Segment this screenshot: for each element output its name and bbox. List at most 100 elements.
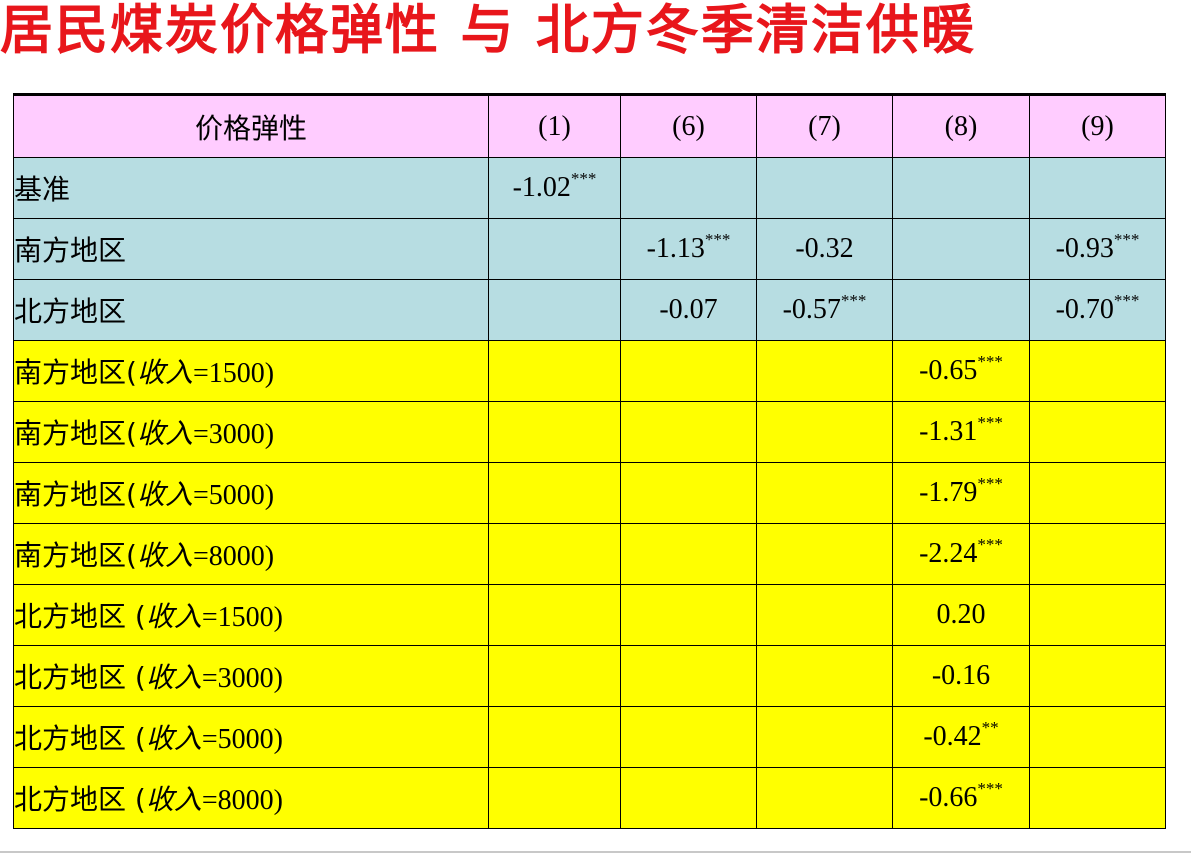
elasticity-cell (620, 462, 757, 524)
elasticity-cell (488, 340, 621, 402)
elasticity-cell (1029, 523, 1166, 585)
table-row: 北方地区 (收入=3000) -0.16 (13, 645, 1166, 707)
slide-title: 居民煤炭价格弹性 与 北方冬季清洁供暖 (0, 0, 976, 61)
row-income: 收入=3000) (146, 661, 283, 694)
elasticity-cell: -0.65*** (892, 340, 1030, 402)
income-label: 收入 (145, 722, 202, 755)
elasticity-cell (1029, 645, 1166, 707)
income-label: 收入 (136, 539, 193, 572)
elasticity-value: -1.79 (919, 477, 978, 508)
row-income: 收入=8000) (145, 783, 283, 816)
elasticity-value: -2.24 (919, 538, 978, 569)
elasticity-value: -0.65 (919, 355, 978, 386)
elasticity-cell (756, 401, 893, 463)
elasticity-cell: -1.13*** (620, 218, 757, 280)
elasticity-cell (1029, 157, 1166, 219)
elasticity-cell (620, 340, 757, 402)
significance-stars: *** (704, 230, 731, 249)
elasticity-cell: -0.07 (620, 279, 757, 341)
row-label: 南方地区 (13, 218, 489, 280)
header-col-1: (1) (488, 93, 621, 158)
elasticity-cell: -0.42** (892, 706, 1030, 768)
table-row: 南方地区(收入=8000) -2.24*** (13, 523, 1166, 585)
table-row: 北方地区 (收入=8000) -0.66*** (13, 767, 1166, 829)
elasticity-cell (892, 157, 1030, 219)
elasticity-cell: -2.24*** (892, 523, 1030, 585)
elasticity-cell (488, 767, 621, 829)
elasticity-value: -0.66 (919, 782, 978, 813)
elasticity-cell (488, 523, 621, 585)
elasticity-cell (620, 523, 757, 585)
income-value: =3000) (192, 419, 275, 450)
row-label: 北方地区 (收入=5000) (13, 706, 489, 768)
significance-stars: *** (1113, 291, 1140, 310)
row-label: 南方地区(收入=8000) (13, 523, 489, 585)
price-elasticity-table: 价格弹性 (1) (6) (7) (8) (9) 基准 -1.02 *** 南方地区 -… (13, 93, 1166, 829)
elasticity-cell (620, 645, 757, 707)
income-value: =5000) (192, 480, 275, 511)
row-income: 收入=1500) (136, 356, 274, 389)
elasticity-cell (620, 584, 757, 646)
row-income: 收入=3000) (136, 417, 275, 450)
elasticity-cell (620, 157, 757, 219)
income-value: =5000) (201, 724, 283, 755)
row-label-text: 南方地区( (14, 356, 137, 389)
elasticity-cell: -1.31*** (892, 401, 1030, 463)
table-header-row: 价格弹性 (1) (6) (7) (8) (9) (13, 93, 1166, 158)
income-label: 收入 (145, 600, 202, 633)
elasticity-cell: -1.79*** (892, 462, 1030, 524)
row-income: 收入=5000) (145, 722, 283, 755)
elasticity-value: -0.32 (795, 233, 854, 264)
elasticity-cell (1029, 584, 1166, 646)
header-col-9: (9) (1029, 93, 1166, 158)
elasticity-cell (1029, 706, 1166, 768)
elasticity-cell (488, 462, 621, 524)
significance-stars: *** (977, 413, 1003, 432)
elasticity-value: -1.02 (512, 172, 571, 203)
elasticity-cell (756, 462, 893, 524)
elasticity-cell: -0.16 (892, 645, 1030, 707)
row-label-text: 南方地区 (14, 234, 127, 267)
table-row: 北方地区 -0.07 -0.57*** -0.70*** (13, 279, 1166, 341)
row-label-text: 北方地区 ( (14, 600, 146, 633)
table-row: 南方地区(收入=3000) -1.31*** (13, 401, 1166, 463)
header-label: 价格弹性 (13, 93, 489, 158)
elasticity-cell (756, 767, 893, 829)
elasticity-cell (1029, 340, 1166, 402)
row-income: 收入=8000) (136, 539, 274, 572)
row-label: 北方地区 (收入=1500) (13, 584, 489, 646)
table-row: 南方地区(收入=5000) -1.79*** (13, 462, 1166, 524)
elasticity-cell (892, 218, 1030, 280)
header-col-6: (6) (620, 93, 757, 158)
elasticity-cell (488, 584, 621, 646)
elasticity-value: -0.93 (1055, 233, 1114, 264)
elasticity-cell (488, 279, 621, 341)
row-income: 收入=1500) (145, 600, 283, 633)
significance-stars: *** (840, 291, 867, 310)
table-row: 北方地区 (收入=5000) -0.42** (13, 706, 1166, 768)
elasticity-cell (620, 767, 757, 829)
row-label-text: 北方地区 ( (14, 661, 146, 694)
income-label: 收入 (136, 356, 193, 389)
significance-stars: *** (1113, 230, 1140, 249)
income-label: 收入 (136, 478, 193, 511)
elasticity-cell: 0.20 (892, 584, 1030, 646)
elasticity-value: -0.07 (659, 294, 718, 325)
elasticity-cell (1029, 767, 1166, 829)
income-value: =8000) (201, 785, 283, 816)
row-label: 南方地区(收入=1500) (13, 340, 489, 402)
significance-stars: *** (977, 779, 1003, 798)
income-label: 收入 (136, 417, 193, 450)
elasticity-value: -1.13 (646, 233, 705, 264)
significance-stars: *** (977, 352, 1003, 371)
row-label-text: 基准 (14, 173, 71, 206)
elasticity-cell (756, 706, 893, 768)
elasticity-cell: -0.93*** (1029, 218, 1166, 280)
elasticity-cell: -0.57*** (756, 279, 893, 341)
income-label: 收入 (145, 783, 202, 816)
elasticity-cell (1029, 401, 1166, 463)
row-label-text: 南方地区( (14, 539, 137, 572)
row-label-text: 北方地区 ( (14, 783, 146, 816)
table-row: 北方地区 (收入=1500) 0.20 (13, 584, 1166, 646)
row-label: 南方地区(收入=3000) (13, 401, 489, 463)
